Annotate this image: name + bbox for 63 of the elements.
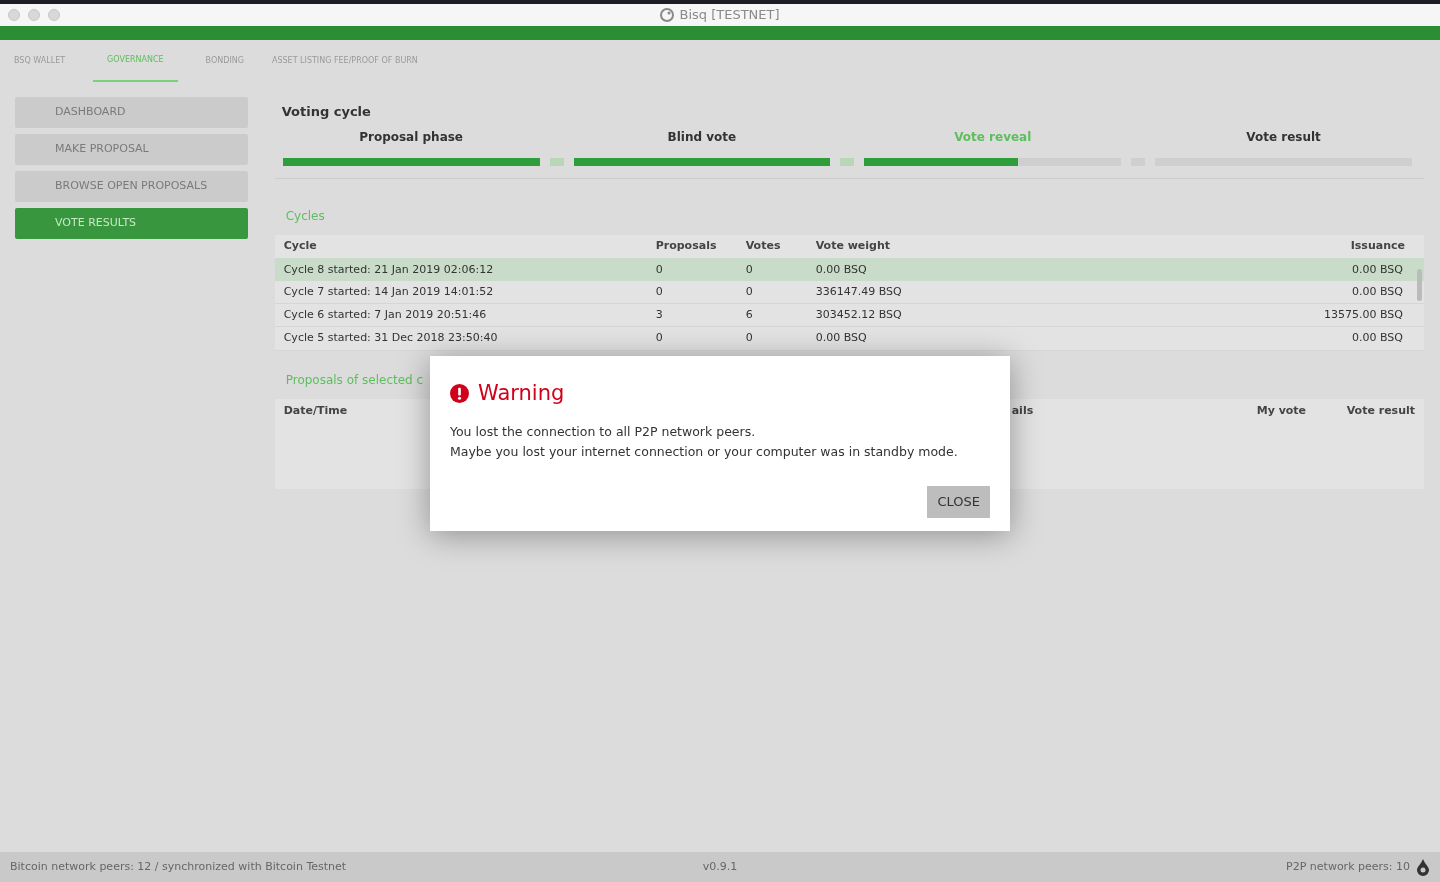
dialog-message: You lost the connection to all P2P network peers. — [450, 422, 757, 441]
column-header: Vote weight — [815, 238, 892, 255]
table-cell-text: Cycle 7 started: 14 Jan 2019 14:01:52 — [283, 284, 495, 301]
table-cell-text: 13575.00 BSQ — [1323, 307, 1404, 324]
table-cell-text: 336147.49 BSQ — [815, 284, 903, 301]
app-logo-icon — [660, 8, 675, 22]
section-title: Proposals of selected c — [284, 371, 424, 389]
column-header: Votes — [745, 238, 782, 255]
table-row[interactable]: Cycle 6 started: 7 Jan 2019 20:51:46 3 6 303452.12 BSQ 13575.00 BSQ — [274, 304, 1424, 328]
drop-icon — [1416, 858, 1430, 876]
close-button[interactable]: CLOSE — [927, 485, 990, 518]
phase-label: Vote reveal — [954, 128, 1032, 146]
scrollbar-thumb[interactable] — [1417, 268, 1422, 301]
dialog-title: Warning — [478, 380, 565, 407]
table-cell-text: 6 — [745, 307, 754, 324]
table-cell-text: Cycle 6 started: 7 Jan 2019 20:51:46 — [283, 307, 488, 324]
column-header: My vote — [1256, 403, 1308, 420]
window-control-button[interactable] — [48, 9, 60, 21]
tab[interactable]: BSQ WALLET — [14, 40, 66, 82]
phase-label: Vote result — [1246, 128, 1321, 146]
section-title: Cycles — [284, 207, 326, 225]
table-cell-text: 0.00 BSQ — [1351, 330, 1404, 347]
warning-icon — [450, 384, 469, 404]
table-cell-text: 0.00 BSQ — [815, 261, 868, 278]
sidebar-item[interactable]: DASHBOARD — [15, 97, 248, 128]
table-cell-text: 0 — [655, 330, 664, 347]
tab[interactable]: ASSET LISTING FEE/PROOF OF BURN — [271, 40, 418, 82]
phase-label: Proposal phase — [359, 128, 463, 146]
table-cell-text: 0 — [745, 261, 754, 278]
column-header: Vote result — [1346, 403, 1415, 420]
table-cell-text: 0 — [655, 261, 664, 278]
section-title: Voting cycle — [280, 103, 372, 121]
window-control-button[interactable] — [28, 9, 40, 21]
table-cell-text: 3 — [655, 307, 664, 324]
sidebar-item[interactable]: MAKE PROPOSAL — [15, 134, 248, 165]
sidebar-item[interactable]: BROWSE OPEN PROPOSALS — [15, 171, 248, 202]
status-text: P2P network peers: 10 — [1286, 858, 1410, 875]
table-cell-text: 303452.12 BSQ — [815, 307, 903, 324]
table-row[interactable]: Cycle 8 started: 21 Jan 2019 02:06:12 0 0 0.00 BSQ 0.00 BSQ — [274, 258, 1424, 282]
window-control-button[interactable] — [8, 9, 20, 21]
column-header: Proposals — [655, 238, 718, 255]
column-header: Cycle — [283, 238, 318, 255]
dialog-message: Maybe you lost your internet connection or your computer was in standby mode. — [450, 442, 959, 461]
table-cell-text: 0 — [745, 284, 754, 301]
sidebar-item[interactable]: VOTE RESULTS — [15, 208, 248, 239]
table-cell-text: Cycle 8 started: 21 Jan 2019 02:06:12 — [283, 261, 495, 278]
table-row[interactable]: Cycle 7 started: 14 Jan 2019 14:01:52 0 0 336147.49 BSQ 0.00 BSQ — [274, 281, 1424, 305]
tab[interactable]: BONDING — [205, 40, 244, 82]
version-label: v0.9.1 — [701, 858, 739, 875]
table-cell-text: 0.00 BSQ — [1351, 284, 1404, 301]
table-cell-text: 0.00 BSQ — [815, 330, 868, 347]
status-text: Bitcoin network peers: 12 / synchronized with Bitcoin Testnet — [10, 858, 348, 875]
phase-label: Blind vote — [667, 128, 737, 146]
table-cell-text: 0.00 BSQ — [1351, 261, 1404, 278]
table-row[interactable]: Cycle 5 started: 31 Dec 2018 23:50:40 0 0 0.00 BSQ 0.00 BSQ — [274, 327, 1424, 351]
window-title: Bisq [TESTNET] — [679, 6, 780, 25]
column-header: ails — [1011, 403, 1035, 420]
table-cell-text: Cycle 5 started: 31 Dec 2018 23:50:40 — [283, 330, 499, 347]
column-header: Issuance — [1349, 238, 1406, 255]
tab[interactable]: GOVERNANCE — [93, 40, 178, 82]
table-cell-text: 0 — [655, 284, 664, 301]
column-header: Date/Time — [283, 403, 349, 420]
table-cell-text: 0 — [745, 330, 754, 347]
